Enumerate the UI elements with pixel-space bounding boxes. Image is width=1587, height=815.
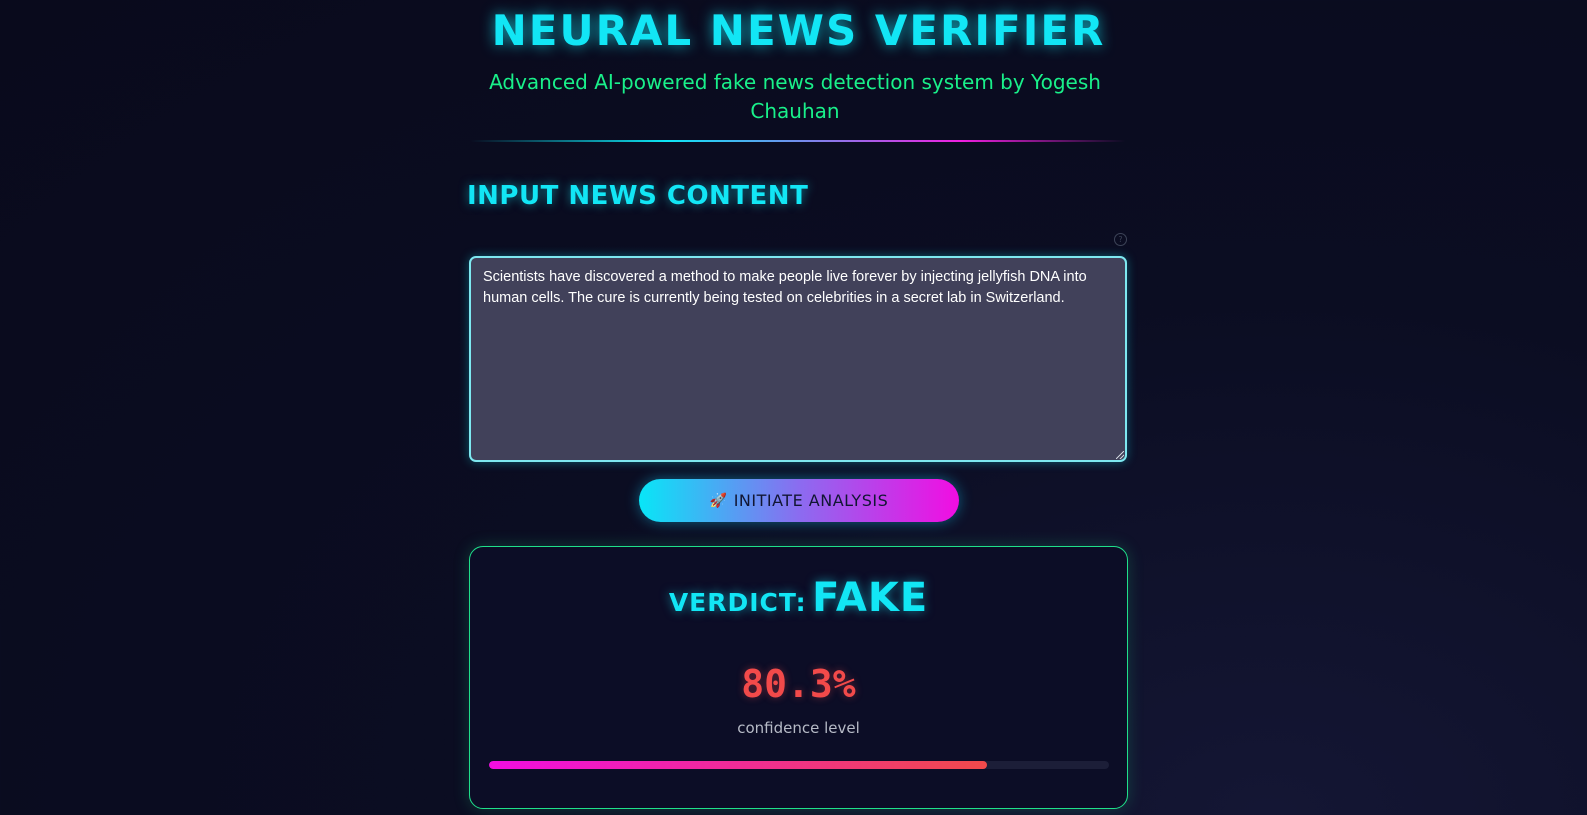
news-content-input[interactable] — [469, 256, 1127, 462]
result-card: VERDICT: FAKE 80.3% confidence level — [469, 546, 1128, 809]
verdict-line: VERDICT: FAKE — [470, 575, 1127, 621]
question-circle-icon[interactable]: ? — [1114, 233, 1127, 246]
page-title: NEURAL NEWS VERIFIER — [491, 6, 1106, 55]
input-section-heading: INPUT NEWS CONTENT — [467, 181, 809, 211]
rocket-icon: 🚀 — [709, 492, 728, 509]
verdict-label: VERDICT: — [668, 588, 807, 617]
initiate-analysis-button[interactable]: 🚀 INITIATE ANALYSIS — [639, 479, 959, 522]
confidence-label: confidence level — [737, 719, 860, 737]
verdict-value: FAKE — [812, 575, 929, 621]
confidence-progress-fill — [489, 761, 987, 769]
analyze-button-label: INITIATE ANALYSIS — [733, 491, 889, 510]
confidence-value: 80.3% — [741, 662, 856, 706]
header-divider — [470, 140, 1125, 142]
app-root: NEURAL NEWS VERIFIER Advanced AI-powered… — [0, 0, 1587, 815]
confidence-progress-bar — [489, 761, 1109, 769]
textarea-resize-handle[interactable] — [1116, 451, 1124, 459]
page-subtitle: Advanced AI-powered fake news detection … — [489, 70, 1101, 123]
